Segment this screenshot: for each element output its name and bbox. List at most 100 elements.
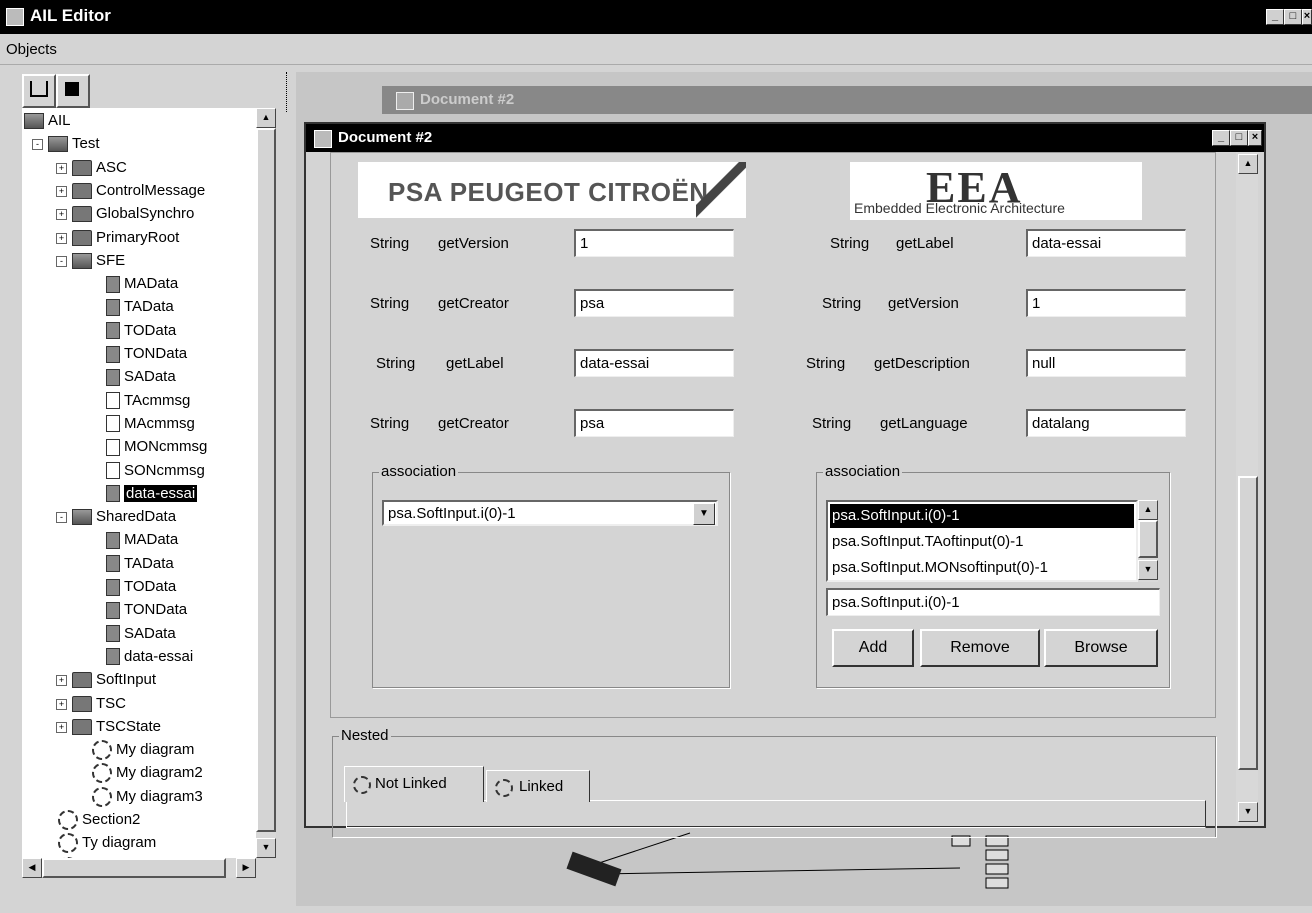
remove-button[interactable]: Remove <box>920 629 1040 667</box>
tree-node[interactable]: SONcmmsg <box>106 460 205 482</box>
scroll-thumb[interactable] <box>1238 476 1258 770</box>
scroll-right-icon[interactable]: ▶ <box>236 858 256 878</box>
tree-node[interactable]: ASC <box>72 157 127 179</box>
expand-icon[interactable]: + <box>56 721 67 733</box>
close-icon[interactable]: × <box>1302 9 1312 25</box>
tree-node[interactable]: TONData <box>106 343 187 365</box>
tree-horizontal-scrollbar[interactable]: ◀ ▶ <box>22 858 256 878</box>
field-value-input[interactable]: null <box>1026 349 1186 377</box>
tab-linked[interactable]: Linked <box>486 770 590 802</box>
field-value-input[interactable]: psa <box>574 289 734 317</box>
expand-icon[interactable]: + <box>56 185 67 197</box>
tree-node[interactable]: AIL <box>24 110 71 132</box>
tree-node[interactable]: SharedData <box>72 506 176 528</box>
maximize-icon[interactable]: □ <box>1230 130 1248 146</box>
diagram-icon <box>58 810 78 831</box>
expand-icon[interactable]: + <box>56 698 67 710</box>
tree-node[interactable]: TONData <box>106 599 187 621</box>
scroll-down-icon[interactable]: ▼ <box>1138 560 1158 580</box>
tree-node[interactable]: PrimaryRoot <box>72 227 179 249</box>
field-value-input[interactable]: 1 <box>574 229 734 257</box>
scroll-thumb[interactable] <box>1138 520 1158 558</box>
association-list-scrollbar[interactable]: ▲ ▼ <box>1138 500 1158 582</box>
list-item[interactable]: psa.SoftInput.i(0)-1 <box>830 504 1134 528</box>
diagram-icon <box>92 763 112 784</box>
scroll-up-icon[interactable]: ▲ <box>256 108 276 128</box>
list-item[interactable]: psa.SoftInput.TAoftinput(0)-1 <box>830 530 1134 554</box>
folder-icon <box>72 206 92 223</box>
tree-node[interactable]: MAData <box>106 529 178 551</box>
background-window-title-bar[interactable]: Document #2 <box>382 86 1312 114</box>
field-value-input[interactable]: data-essai <box>1026 229 1186 257</box>
diagram-gear-icon <box>353 776 371 794</box>
scroll-thumb[interactable] <box>256 128 276 832</box>
tree-node[interactable]: TAData <box>106 296 174 318</box>
scroll-up-icon[interactable]: ▲ <box>1138 500 1158 520</box>
tree-node[interactable]: Section2 <box>58 809 140 831</box>
scroll-left-icon[interactable]: ◀ <box>22 858 42 878</box>
tree-node[interactable]: data-essai <box>106 483 198 505</box>
tree-node[interactable]: MAData <box>106 273 178 295</box>
tree-node-label: ASC <box>96 158 127 176</box>
tree-node[interactable]: SAData <box>106 623 176 645</box>
tree-node[interactable]: SFE <box>72 250 125 272</box>
app-title-bar[interactable]: AIL Editor _ □ × <box>0 0 1312 34</box>
field-value-input[interactable]: 1 <box>1026 289 1186 317</box>
maximize-icon[interactable]: □ <box>1284 9 1302 25</box>
tree-node[interactable]: TOData <box>106 576 176 598</box>
tree-node[interactable]: TAData <box>106 553 174 575</box>
tree-node[interactable]: SAData <box>106 366 176 388</box>
tree-node[interactable]: My diagram2 <box>92 762 203 784</box>
tree-node[interactable]: GlobalSynchro <box>72 203 194 225</box>
scroll-down-icon[interactable]: ▼ <box>256 838 276 858</box>
browse-button[interactable]: Browse <box>1044 629 1158 667</box>
minimize-icon[interactable]: _ <box>1212 130 1230 146</box>
tree-node[interactable]: My diagram <box>92 739 194 761</box>
tree-node-label: data-essai <box>124 484 198 502</box>
field-value-input[interactable]: data-essai <box>574 349 734 377</box>
association-list[interactable]: psa.SoftInput.i(0)-1 psa.SoftInput.TAofti… <box>826 500 1138 582</box>
tree-node[interactable]: My diagram3 <box>92 786 203 808</box>
expand-icon[interactable]: + <box>56 232 67 244</box>
collapse-icon[interactable]: - <box>56 512 67 524</box>
expand-icon[interactable]: + <box>56 675 67 687</box>
tree-node[interactable]: TSCState <box>72 716 161 738</box>
tree-node[interactable]: MAcmmsg <box>106 413 195 435</box>
document-title-bar[interactable]: Document #2 _ □ × <box>306 124 1264 152</box>
tree-vertical-scrollbar[interactable]: ▲ ▼ <box>256 108 276 858</box>
menu-objects[interactable]: Objects <box>6 41 57 58</box>
tree-node[interactable]: TSC <box>72 693 126 715</box>
expand-icon[interactable]: + <box>56 209 67 221</box>
add-button[interactable]: Add <box>832 629 914 667</box>
splitter-handle[interactable] <box>286 72 291 112</box>
collapse-icon[interactable]: - <box>56 255 67 267</box>
tab-not-linked[interactable]: Not Linked <box>344 766 484 802</box>
chevron-down-icon[interactable]: ▼ <box>693 503 715 525</box>
association-value-field[interactable]: psa.SoftInput.i(0)-1 <box>826 588 1160 616</box>
scroll-up-icon[interactable]: ▲ <box>1238 154 1258 174</box>
tree-node[interactable]: Ty diagram <box>58 832 156 854</box>
tree-node[interactable]: MONcmmsg <box>106 436 207 458</box>
save-button[interactable] <box>56 74 90 108</box>
expand-icon[interactable]: + <box>56 162 67 174</box>
tree-view-button[interactable] <box>22 74 56 108</box>
hscroll-thumb[interactable] <box>42 858 226 878</box>
collapse-icon[interactable]: - <box>32 139 43 151</box>
minimize-icon[interactable]: _ <box>1266 9 1284 25</box>
association-combo[interactable]: psa.SoftInput.i(0)-1 ▼ <box>382 500 718 526</box>
tree-node[interactable]: TAcmmsg <box>106 390 190 412</box>
tree-node[interactable]: SoftInput <box>72 669 156 691</box>
field-name-label: getLabel <box>446 355 504 372</box>
document-vertical-scrollbar[interactable]: ▲ ▼ <box>1236 152 1258 824</box>
folder-icon <box>72 718 92 735</box>
object-tree[interactable]: AIL - Test + ASC + ControlMessage + GlobalSynchr… <box>22 108 256 858</box>
close-icon[interactable]: × <box>1248 130 1262 146</box>
list-item[interactable]: psa.SoftInput.MONsoftinput(0)-1 <box>830 556 1134 580</box>
tree-node[interactable]: data-essai <box>106 646 193 668</box>
tree-node[interactable]: Test <box>48 133 100 155</box>
field-value-input[interactable]: psa <box>574 409 734 437</box>
field-value-input[interactable]: datalang <box>1026 409 1186 437</box>
tree-node[interactable]: ControlMessage <box>72 180 205 202</box>
scroll-down-icon[interactable]: ▼ <box>1238 802 1258 822</box>
tree-node[interactable]: TOData <box>106 320 176 342</box>
